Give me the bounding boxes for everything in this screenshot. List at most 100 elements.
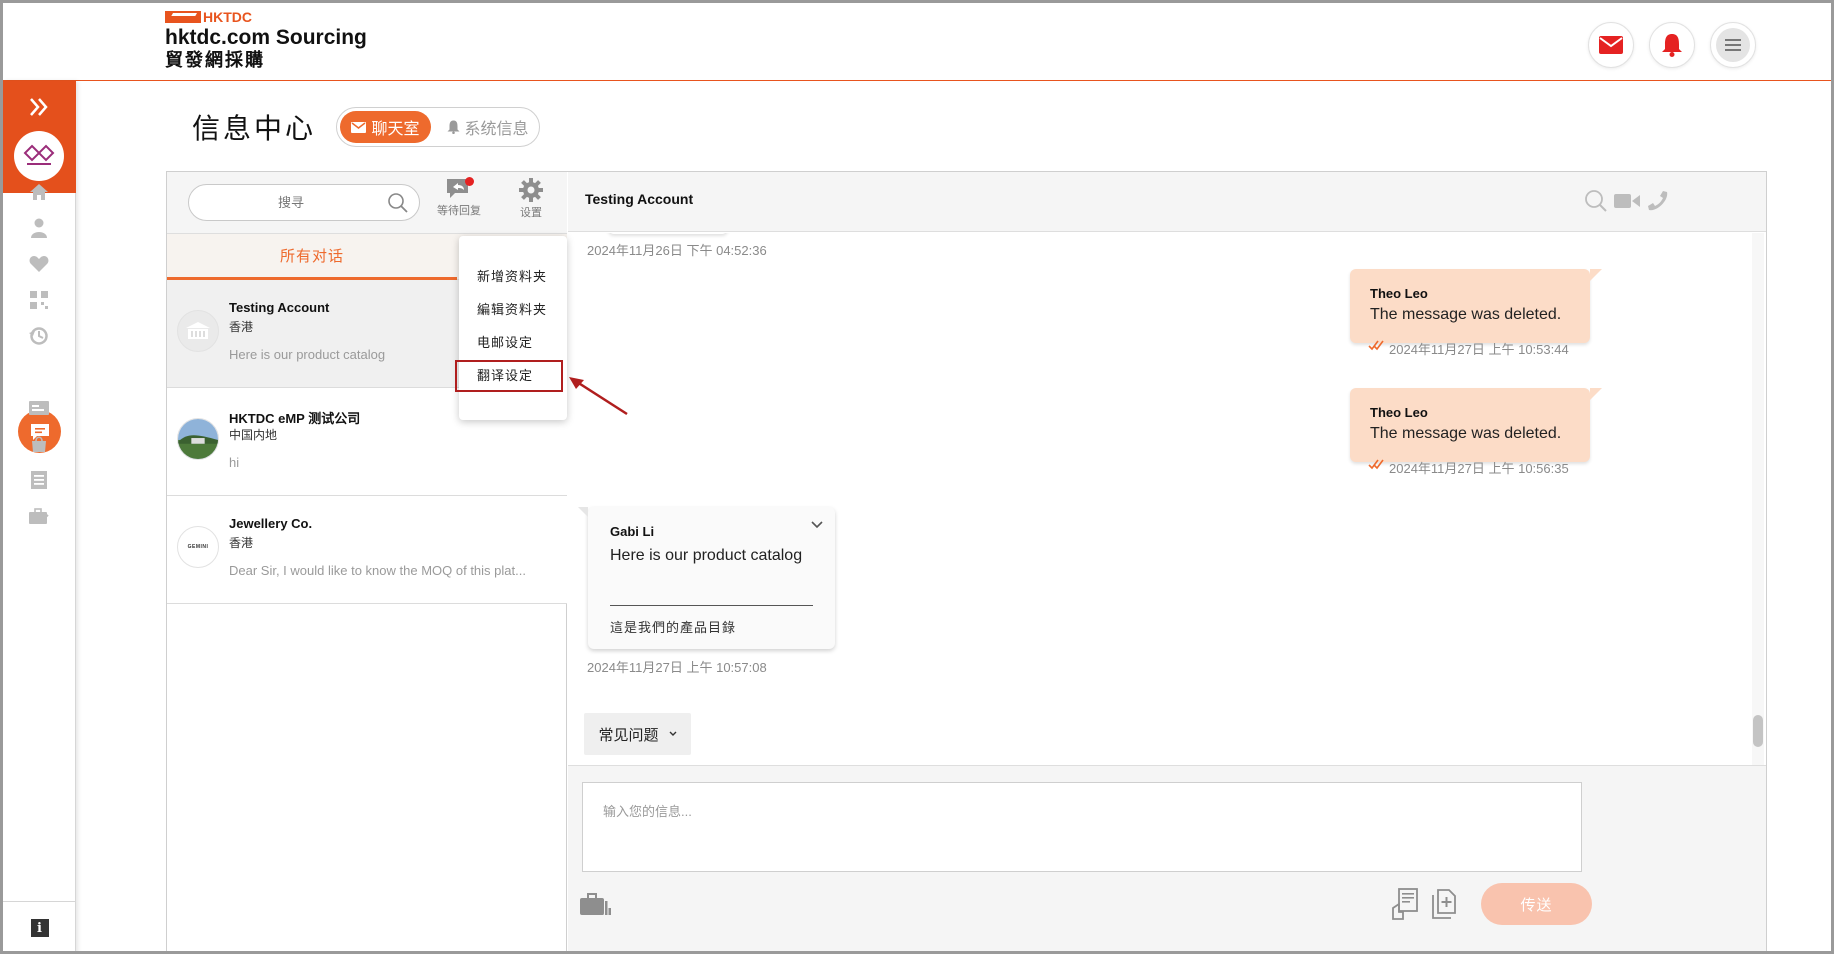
conversation-name: Jewellery Co. bbox=[229, 516, 313, 531]
tab-system-messages[interactable]: 系统信息 bbox=[440, 111, 536, 143]
tab-system-messages-label: 系统信息 bbox=[464, 121, 529, 138]
sidebar-item-qr[interactable] bbox=[25, 286, 53, 314]
sidebar-item-favourites[interactable] bbox=[25, 250, 53, 278]
conversation-name: HKTDC eMP 测试公司 bbox=[229, 411, 361, 426]
expand-sidebar-button[interactable] bbox=[27, 95, 51, 119]
hktdc-logo[interactable]: HKTDC hktdc.com Sourcing 貿發網採購 bbox=[165, 9, 367, 71]
translation-divider bbox=[610, 605, 813, 606]
logo-title: hktdc.com Sourcing bbox=[165, 26, 367, 49]
message-text: The message was deleted. bbox=[1370, 306, 1562, 323]
avatar bbox=[177, 418, 219, 460]
highlight-box bbox=[455, 360, 563, 392]
conversation-preview: hi bbox=[229, 455, 240, 470]
logo-subtitle: 貿發網採購 bbox=[165, 50, 265, 70]
tab-all-conversations[interactable]: 所有对话 bbox=[167, 234, 457, 280]
settings-label: 设置 bbox=[520, 207, 542, 219]
conversation-panel: 等待回复 设置 所有对话 Testing Account 香港 Here is … bbox=[167, 172, 567, 951]
video-icon bbox=[1614, 194, 1640, 208]
faq-button[interactable]: 常见问题 bbox=[584, 713, 691, 755]
message-input[interactable] bbox=[583, 783, 1581, 871]
logo-mark: HKTDC bbox=[165, 9, 367, 25]
read-check-icon bbox=[1368, 459, 1384, 470]
settings-dropdown: 新增资料夹 編辑资料夹 电邮设定 翻译设定 bbox=[455, 236, 567, 420]
menu-item-email-settings[interactable]: 电邮设定 bbox=[477, 332, 533, 351]
landscape-photo-icon bbox=[178, 419, 218, 459]
bag-icon bbox=[32, 436, 46, 452]
unread-dot bbox=[465, 177, 474, 186]
search-icon[interactable] bbox=[387, 192, 409, 214]
attach-file-button[interactable] bbox=[1426, 886, 1460, 922]
conversation-preview: Dear Sir, I would like to know the MOQ o… bbox=[229, 563, 526, 578]
info-icon: i bbox=[30, 919, 49, 937]
top-header: HKTDC hktdc.com Sourcing 貿發網採購 bbox=[3, 3, 1831, 81]
message-timestamp: 2024年11月27日 上午 10:53:44 bbox=[1389, 342, 1569, 357]
tab-chatroom-label: 聊天室 bbox=[371, 121, 420, 138]
mail-icon bbox=[351, 121, 367, 133]
history-icon bbox=[29, 327, 48, 345]
mail-icon bbox=[1599, 36, 1623, 54]
heart-icon bbox=[29, 256, 49, 272]
quotation-button[interactable] bbox=[1388, 886, 1422, 922]
conversation-region: 中国内地 bbox=[229, 428, 278, 442]
scrollbar-thumb[interactable] bbox=[1753, 715, 1763, 747]
sidebar-item-home[interactable] bbox=[25, 178, 53, 206]
logo-mark-text: HKTDC bbox=[203, 9, 252, 25]
conversation-toolbar: 等待回复 设置 bbox=[167, 172, 567, 234]
sidebar-item-cards[interactable] bbox=[25, 394, 53, 422]
sidebar-item-history[interactable] bbox=[25, 322, 53, 350]
double-chevron-right-icon bbox=[30, 98, 48, 116]
video-call-button[interactable] bbox=[1614, 188, 1640, 214]
message-timestamp: 2024年11月26日 下午 04:52:36 bbox=[587, 243, 767, 258]
scrollbar-track[interactable] bbox=[1752, 233, 1764, 765]
tab-chatroom[interactable]: 聊天室 bbox=[340, 111, 431, 143]
menu-icon-wrap bbox=[1716, 28, 1750, 62]
sidebar-item-business[interactable] bbox=[25, 502, 53, 530]
settings-button[interactable]: 设置 bbox=[505, 177, 557, 229]
sidebar-item-orders[interactable] bbox=[25, 430, 53, 458]
sidebar-item-profile[interactable] bbox=[25, 214, 53, 242]
page-title: 信息中心 bbox=[192, 113, 317, 144]
awaiting-reply-label: 等待回复 bbox=[437, 205, 481, 217]
menu-item-new-folder[interactable]: 新增资料夹 bbox=[477, 266, 547, 285]
mail-button[interactable] bbox=[1588, 22, 1634, 68]
qr-icon bbox=[30, 291, 48, 309]
send-button[interactable]: 传送 bbox=[1481, 883, 1592, 925]
business-card-button[interactable] bbox=[578, 886, 612, 922]
more-options-button[interactable] bbox=[1658, 188, 1684, 214]
sidebar-item-list[interactable] bbox=[25, 466, 53, 494]
menu-icon bbox=[1725, 39, 1741, 51]
briefcase-chart-icon bbox=[580, 893, 611, 915]
copy-plus-icon bbox=[1432, 889, 1456, 919]
company-avatar[interactable] bbox=[14, 131, 64, 181]
message-text: The message was deleted. bbox=[1370, 425, 1562, 442]
message-center-tabs: 聊天室 系统信息 bbox=[336, 107, 540, 147]
outgoing-message: Theo Leo The message was deleted. bbox=[1350, 269, 1602, 343]
menu-item-edit-folder[interactable]: 編辑资料夹 bbox=[477, 299, 547, 318]
bell-icon bbox=[1662, 34, 1682, 57]
account-menu-button[interactable] bbox=[1710, 22, 1756, 68]
annotation-arrow-icon bbox=[569, 377, 628, 416]
chat-search-button[interactable] bbox=[1583, 188, 1609, 214]
conversation-region: 香港 bbox=[229, 320, 254, 334]
message-sender: Theo Leo bbox=[1370, 286, 1428, 301]
message-composer: 传送 bbox=[568, 765, 1766, 951]
notification-button[interactable] bbox=[1649, 22, 1695, 68]
chat-header: Testing Account bbox=[568, 172, 1766, 232]
chevron-down-icon bbox=[669, 731, 676, 736]
search-input[interactable] bbox=[201, 185, 381, 220]
chevron-down-icon[interactable] bbox=[811, 521, 823, 529]
chat-panel: Testing Account 2024年11月26日 下午 04:52:36 bbox=[568, 172, 1766, 951]
avatar bbox=[177, 310, 219, 352]
awaiting-reply-button[interactable]: 等待回复 bbox=[433, 177, 485, 229]
previous-bubble-edge bbox=[608, 233, 728, 234]
read-check-icon bbox=[1368, 340, 1384, 351]
search-box bbox=[188, 184, 420, 221]
sidebar: i bbox=[3, 81, 76, 951]
briefcase-icon bbox=[29, 508, 49, 524]
logo-flag-icon bbox=[165, 11, 201, 23]
info-button[interactable]: i bbox=[3, 901, 76, 951]
conversation-item[interactable]: GEMINI Jewellery Co. 香港 Dear Sir, I woul… bbox=[167, 496, 567, 604]
message-text: Here is our product catalog bbox=[610, 547, 803, 564]
sidebar-header bbox=[3, 81, 76, 193]
message-translation: 這是我們的產品目錄 bbox=[610, 620, 737, 635]
